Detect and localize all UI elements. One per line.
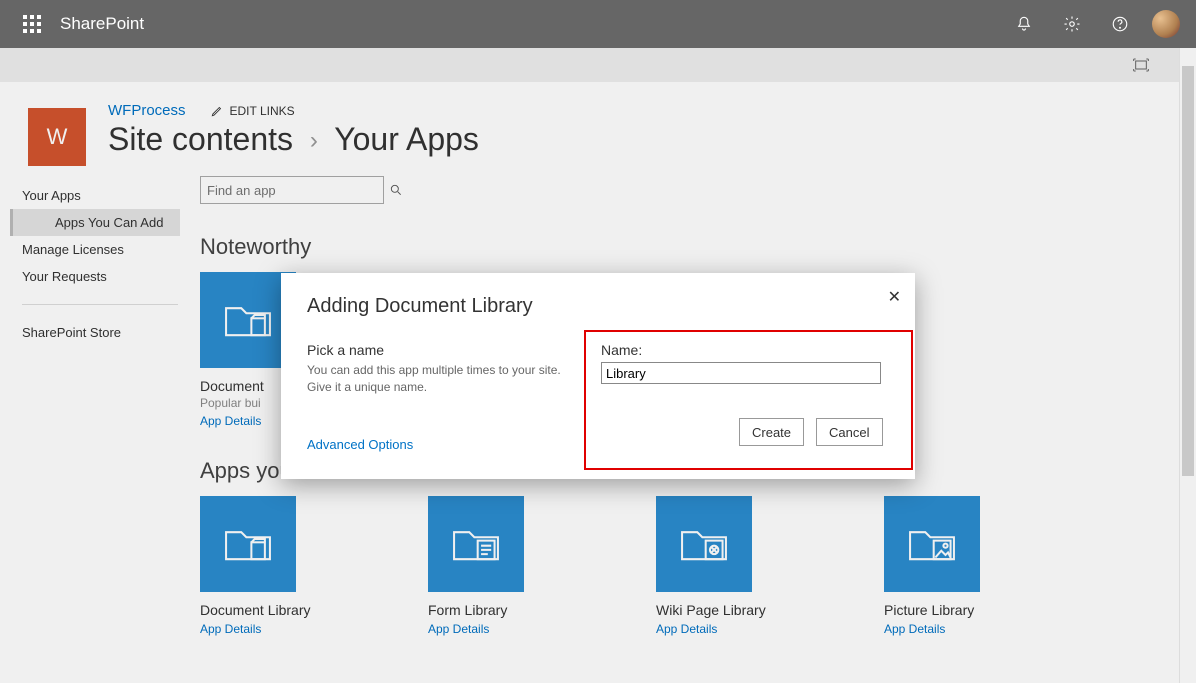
search-input[interactable] <box>201 183 389 198</box>
crumb-your-apps: Your Apps <box>334 121 479 157</box>
pick-name-description: You can add this app multiple times to y… <box>307 362 577 397</box>
app-details-link[interactable]: App Details <box>656 622 796 636</box>
app-title: Form Library <box>428 602 568 618</box>
waffle-icon <box>23 15 41 33</box>
nav-apps-you-can-add[interactable]: Apps You Can Add <box>10 209 180 236</box>
user-avatar[interactable] <box>1152 10 1180 38</box>
folder-wiki-icon <box>677 517 731 571</box>
site-title-link[interactable]: WFProcess <box>108 102 186 119</box>
site-header: W WFProcess EDIT LINKS Site contents › Y… <box>0 82 1179 176</box>
nav-divider <box>22 304 178 305</box>
gear-icon <box>1063 15 1081 33</box>
edit-links-button[interactable]: EDIT LINKS <box>210 104 295 118</box>
dialog-left: Pick a name You can add this app multipl… <box>307 342 577 452</box>
app-search[interactable] <box>200 176 384 204</box>
apps-row: Document Library App Details Form Librar… <box>200 496 1159 636</box>
app-card-form-library: Form Library App Details <box>428 496 568 636</box>
app-details-link[interactable]: App Details <box>200 622 340 636</box>
name-input[interactable] <box>601 362 881 384</box>
bell-icon <box>1015 15 1033 33</box>
folder-picture-icon <box>905 517 959 571</box>
close-icon: ✕ <box>888 289 901 306</box>
section-noteworthy: Noteworthy <box>200 234 1159 260</box>
edit-links-label: EDIT LINKS <box>230 104 295 118</box>
cancel-button[interactable]: Cancel <box>816 418 882 446</box>
add-app-dialog: ✕ Adding Document Library Pick a name Yo… <box>281 273 915 479</box>
advanced-options-link[interactable]: Advanced Options <box>307 437 577 452</box>
app-card-wiki-library: Wiki Page Library App Details <box>656 496 796 636</box>
name-label: Name: <box>601 342 889 358</box>
focus-icon <box>1133 57 1149 73</box>
app-title: Picture Library <box>884 602 1024 618</box>
brand-label: SharePoint <box>56 14 144 34</box>
create-button[interactable]: Create <box>739 418 804 446</box>
app-title: Document Library <box>200 602 340 618</box>
scrollbar-thumb[interactable] <box>1182 66 1194 476</box>
focus-mode-button[interactable] <box>1131 55 1151 75</box>
crumb-site-contents[interactable]: Site contents <box>108 121 293 157</box>
folder-form-icon <box>449 517 503 571</box>
app-tile-picture-library[interactable] <box>884 496 980 592</box>
question-icon <box>1111 15 1129 33</box>
app-details-link[interactable]: App Details <box>428 622 568 636</box>
settings-button[interactable] <box>1048 0 1096 48</box>
app-tile-wiki-library[interactable] <box>656 496 752 592</box>
pencil-icon <box>210 104 224 118</box>
app-details-link[interactable]: App Details <box>884 622 1024 636</box>
app-card-document-library: Document Library App Details <box>200 496 340 636</box>
help-button[interactable] <box>1096 0 1144 48</box>
notifications-button[interactable] <box>1000 0 1048 48</box>
nav-manage-licenses[interactable]: Manage Licenses <box>0 236 200 263</box>
chevron-right-icon: › <box>310 127 318 154</box>
nav-sharepoint-store[interactable]: SharePoint Store <box>0 319 200 346</box>
suite-bar: SharePoint <box>0 0 1196 48</box>
dialog-title: Adding Document Library <box>307 295 889 318</box>
nav-your-apps[interactable]: Your Apps <box>0 182 200 209</box>
app-tile-document-library-2[interactable] <box>200 496 296 592</box>
nav-your-requests[interactable]: Your Requests <box>0 263 200 290</box>
search-button[interactable] <box>389 183 403 197</box>
left-nav: Your Apps Apps You Can Add Manage Licens… <box>0 176 200 656</box>
breadcrumb: Site contents › Your Apps <box>108 121 479 158</box>
vertical-scrollbar[interactable] <box>1179 48 1196 683</box>
dialog-right: Name: Create Cancel <box>601 342 889 452</box>
app-tile-form-library[interactable] <box>428 496 524 592</box>
search-icon <box>389 183 403 197</box>
pick-name-heading: Pick a name <box>307 342 577 358</box>
folder-file-icon <box>221 293 275 347</box>
app-launcher-button[interactable] <box>8 0 56 48</box>
dialog-close-button[interactable]: ✕ <box>888 287 901 307</box>
folder-file-icon <box>221 517 275 571</box>
app-title: Wiki Page Library <box>656 602 796 618</box>
app-card-picture-library: Picture Library App Details <box>884 496 1024 636</box>
ribbon-bar <box>0 48 1179 82</box>
site-logo[interactable]: W <box>28 108 86 166</box>
